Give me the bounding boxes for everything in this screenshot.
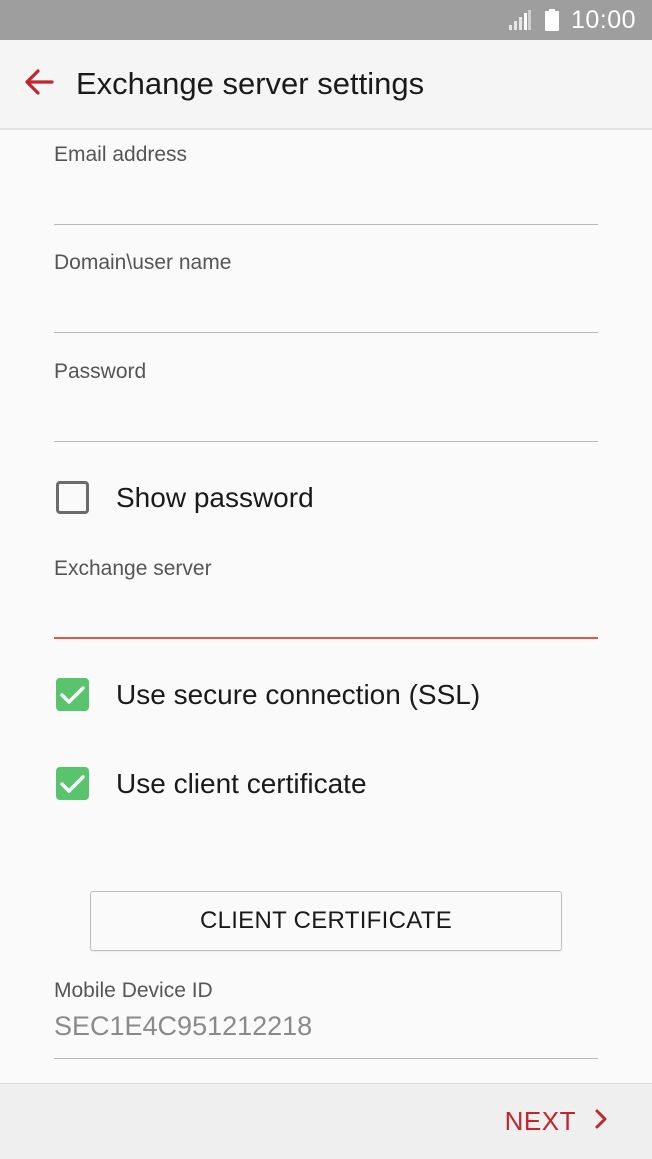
- email-field-group: Email address: [54, 143, 598, 225]
- back-arrow-icon: [24, 68, 54, 100]
- status-bar: 10:00: [0, 0, 652, 40]
- email-input[interactable]: [54, 167, 598, 225]
- exchange-server-input[interactable]: [54, 581, 598, 639]
- device-id-group: Mobile Device ID SEC1E4C951212218: [54, 979, 598, 1059]
- password-label: Password: [54, 360, 147, 383]
- show-password-checkbox[interactable]: [56, 481, 89, 514]
- device-id-value: SEC1E4C951212218: [54, 1011, 313, 1041]
- exchange-server-field-group: Exchange server: [54, 557, 598, 639]
- exchange-server-label: Exchange server: [54, 557, 212, 580]
- page-title: Exchange server settings: [76, 66, 425, 101]
- domain-user-field-group: Domain\user name: [54, 251, 598, 333]
- checkmark-icon: [60, 774, 85, 793]
- client-cert-checkbox-row[interactable]: Use client certificate: [56, 767, 367, 800]
- chevron-right-icon: [594, 1108, 608, 1135]
- bottom-bar: NEXT: [0, 1083, 652, 1159]
- email-label: Email address: [54, 143, 188, 166]
- password-field-group: Password: [54, 360, 598, 442]
- show-password-checkbox-row[interactable]: Show password: [56, 481, 314, 514]
- battery-icon: [544, 9, 559, 31]
- domain-user-label: Domain\user name: [54, 251, 232, 274]
- status-time: 10:00: [570, 5, 636, 34]
- ssl-checkbox-row[interactable]: Use secure connection (SSL): [56, 678, 480, 711]
- password-input[interactable]: [54, 384, 598, 442]
- show-password-label: Show password: [116, 481, 314, 513]
- back-button[interactable]: [0, 39, 78, 129]
- device-id-label: Mobile Device ID: [54, 979, 213, 1002]
- next-label: NEXT: [504, 1106, 576, 1136]
- ssl-checkbox[interactable]: [56, 678, 89, 711]
- ssl-label: Use secure connection (SSL): [116, 678, 481, 710]
- signal-icon: [508, 10, 531, 30]
- client-certificate-button[interactable]: CLIENT CERTIFICATE: [90, 891, 562, 951]
- domain-user-input[interactable]: [54, 275, 598, 333]
- checkmark-icon: [60, 685, 85, 704]
- client-cert-label: Use client certificate: [116, 767, 367, 799]
- app-bar: Exchange server settings: [0, 40, 652, 130]
- client-cert-checkbox[interactable]: [56, 767, 89, 800]
- next-button[interactable]: NEXT: [505, 1106, 608, 1137]
